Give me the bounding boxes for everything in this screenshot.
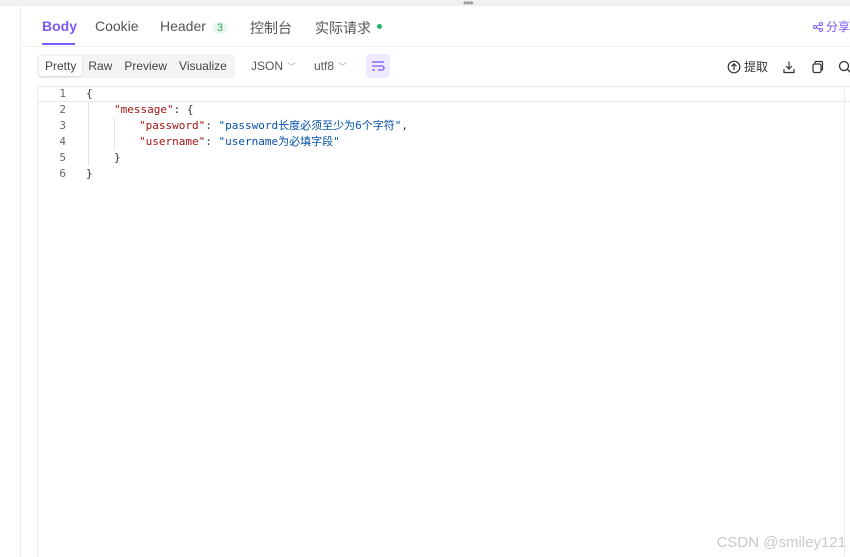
code-text: } [86, 167, 93, 180]
search-button[interactable] [838, 60, 850, 74]
response-tabs: Body Cookie Header 3 控制台 实际请求 分享 [21, 6, 850, 47]
indent-guide [114, 118, 115, 150]
line-number: 5 [59, 151, 66, 164]
response-toolbar: Pretty Raw Preview Visualize JSON ﹀ utf8 ﹀… [21, 47, 850, 87]
format-select-value: JSON [251, 59, 284, 73]
copy-button[interactable] [810, 60, 824, 74]
tab-cookie[interactable]: Cookie [95, 18, 139, 34]
active-tab-indicator [42, 43, 75, 45]
share-label: 分享 [825, 20, 850, 34]
view-mode-preview[interactable]: Preview [118, 56, 173, 76]
view-mode-switch: Pretty Raw Preview Visualize [37, 54, 235, 78]
view-mode-pretty[interactable]: Pretty [39, 56, 83, 76]
code-text: "username": "username为必填字段" [139, 135, 340, 148]
tab-header-label: Header [160, 18, 206, 34]
tab-console[interactable]: 控制台 [250, 18, 292, 38]
word-wrap-icon [372, 61, 385, 71]
tab-body[interactable]: Body [42, 18, 77, 34]
editor-right-border [844, 86, 845, 557]
code-text: { [86, 87, 93, 100]
panel-left-border [20, 6, 21, 557]
chevron-down-icon: ﹀ [338, 62, 348, 72]
view-mode-visualize[interactable]: Visualize [173, 56, 233, 76]
format-select[interactable]: JSON ﹀ [251, 59, 296, 73]
share-button[interactable]: 分享 [812, 18, 850, 35]
tab-actual-request-label: 实际请求 [315, 20, 371, 36]
view-mode-raw[interactable]: Raw [82, 56, 118, 76]
tab-actual-request[interactable]: 实际请求 [315, 18, 382, 38]
header-count-badge: 3 [211, 22, 229, 34]
share-icon [812, 22, 823, 32]
response-body-editor[interactable]: 1 { 2 "message": { 3 "password": "passwo… [37, 86, 850, 557]
chevron-down-icon: ﹀ [287, 62, 297, 72]
response-actions: 提取 [713, 58, 850, 75]
indent-guide [88, 102, 89, 166]
encoding-select-value: utf8 [314, 59, 335, 73]
active-line-highlight [38, 86, 850, 102]
download-icon [783, 61, 795, 73]
line-number: 6 [59, 167, 66, 180]
download-button[interactable] [782, 60, 796, 74]
extract-icon [727, 60, 741, 73]
tab-header[interactable]: Header 3 [160, 18, 229, 34]
word-wrap-button[interactable] [366, 54, 390, 78]
line-number: 1 [59, 87, 66, 100]
code-text: "password": "password长度必须至少为6个字符", [139, 119, 408, 132]
line-number: 3 [59, 119, 66, 132]
search-icon [838, 60, 850, 73]
encoding-select[interactable]: utf8 ﹀ [314, 59, 347, 73]
status-dot-icon [377, 23, 382, 29]
extract-label: 提取 [743, 60, 768, 74]
copy-icon [812, 60, 824, 73]
line-number: 4 [59, 135, 66, 148]
code-text: "message": { [114, 103, 194, 116]
watermark: CSDN @smiley121 [716, 534, 846, 551]
extract-button[interactable]: 提取 [727, 58, 768, 75]
line-number: 2 [59, 103, 66, 116]
code-text: } [114, 151, 121, 164]
